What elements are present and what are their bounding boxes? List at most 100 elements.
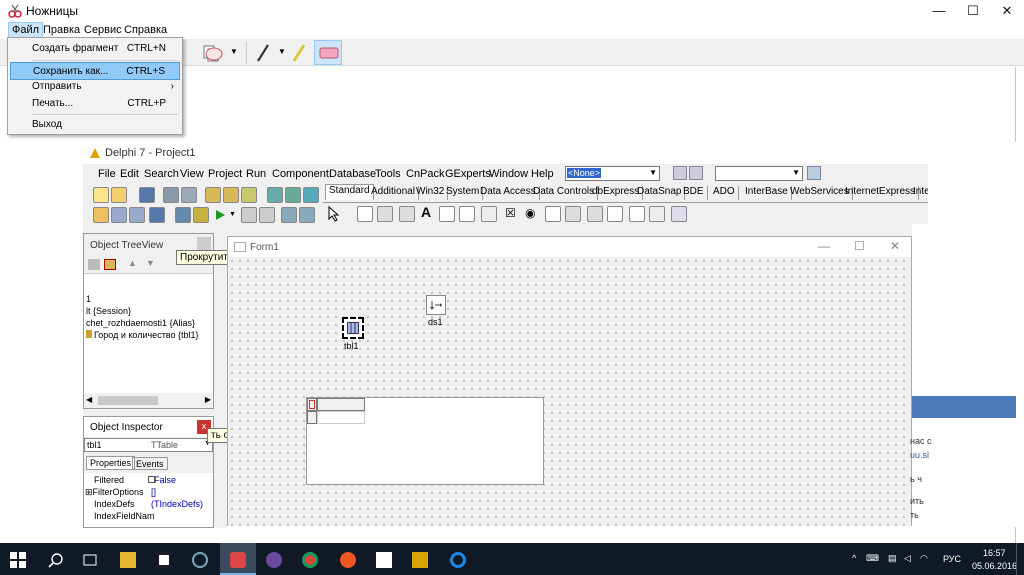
tree-node[interactable]: chet_rozhdaemosti1 {Alias}	[86, 318, 195, 328]
delphi-menu-tools[interactable]: Tools	[375, 168, 401, 180]
delphi-menu-window[interactable]: Window	[489, 168, 528, 180]
scroll-right-icon[interactable]: ▶	[205, 395, 211, 404]
menu-file[interactable]: Файл	[8, 22, 44, 38]
menu-item-print[interactable]: Печать... CTRL+P	[10, 95, 180, 113]
table-component-tbl1[interactable]	[342, 317, 364, 339]
scrollbar-icon[interactable]	[587, 206, 603, 222]
radiogroup-icon[interactable]	[629, 206, 645, 222]
send-icon[interactable]	[202, 44, 226, 62]
start-icon[interactable]	[10, 552, 26, 568]
delphi-menu-run[interactable]: Run	[246, 168, 266, 180]
remove-file-icon[interactable]	[223, 187, 239, 203]
dropdown-arrow-icon[interactable]: ▼	[230, 47, 238, 56]
tab-bde[interactable]: BDE	[680, 186, 708, 200]
datasource-component-ds1[interactable]	[426, 295, 446, 315]
task-view-icon[interactable]	[82, 552, 98, 568]
form1-design-grid[interactable]: tbl1 ds1	[228, 257, 911, 526]
snipping-task-button[interactable]	[220, 543, 256, 575]
listbox-icon[interactable]	[545, 206, 561, 222]
maximize-button[interactable]: ☐	[956, 0, 990, 22]
delphi-menu-help[interactable]: Help	[531, 168, 554, 180]
menu-item-new-snip[interactable]: Создать фрагмент CTRL+N	[10, 40, 180, 58]
form-minimize-button[interactable]: —	[818, 239, 830, 253]
menu-item-exit[interactable]: Выход	[10, 116, 180, 134]
save-all-icon[interactable]	[163, 187, 179, 203]
yandex-icon[interactable]	[340, 552, 356, 568]
network-icon[interactable]: ▤	[888, 553, 897, 564]
delphi-menu-file[interactable]: File	[98, 168, 116, 180]
store-icon[interactable]	[156, 552, 172, 568]
new-form-icon[interactable]	[149, 207, 165, 223]
delphi-task-icon[interactable]	[412, 552, 428, 568]
property-row[interactable]: Filtered False	[84, 475, 213, 487]
keyboard-icon[interactable]: ⌨	[866, 553, 879, 564]
tree-node[interactable]: lt {Session}	[86, 306, 131, 316]
clock-time[interactable]: 16:57	[983, 548, 1006, 558]
save-desktop-icon[interactable]	[673, 166, 687, 180]
cube-icon[interactable]	[303, 187, 319, 203]
highlighter-icon[interactable]	[290, 42, 308, 64]
debug-desktop-icon[interactable]	[807, 166, 821, 180]
edge-icon[interactable]	[450, 552, 466, 568]
treeview-hscrollbar[interactable]: ◀ ▶	[84, 393, 213, 408]
edit-component-icon[interactable]	[439, 206, 455, 222]
save-icon[interactable]	[139, 187, 155, 203]
volume-icon[interactable]: ◁	[904, 553, 911, 564]
debug-layout-combo[interactable]: ▼	[715, 166, 803, 181]
menu-item-send[interactable]: Отправить ›	[10, 78, 180, 96]
file-explorer-icon[interactable]	[120, 552, 136, 568]
scroll-left-icon[interactable]: ◀	[86, 395, 92, 404]
delphi-menu-edit[interactable]: Edit	[120, 168, 139, 180]
pointer-icon[interactable]	[327, 206, 341, 222]
toggle-form-icon[interactable]	[129, 207, 145, 223]
tab-internetexpress[interactable]: InternetExpress	[842, 186, 920, 200]
panel-icon[interactable]	[649, 206, 665, 222]
open-project-icon[interactable]	[181, 187, 197, 203]
book-icon[interactable]	[285, 187, 301, 203]
mainmenu-icon[interactable]	[357, 206, 373, 222]
run-icon[interactable]	[213, 208, 227, 222]
tab-additional[interactable]: Additional	[368, 186, 419, 200]
language-indicator[interactable]: РУС	[943, 554, 961, 564]
property-row[interactable]: ⊞FilterOptions []	[84, 487, 213, 499]
open-icon[interactable]	[111, 187, 127, 203]
tab-properties[interactable]: Properties	[86, 456, 136, 470]
scrollbar-thumb[interactable]	[98, 396, 158, 405]
dbgrid-component[interactable]	[306, 397, 544, 485]
delete-item-icon[interactable]	[104, 259, 116, 270]
tab-events[interactable]: Events	[132, 457, 168, 470]
menu-service[interactable]: Сервис	[84, 24, 122, 36]
close-button[interactable]: ✕	[990, 0, 1024, 22]
delphi-menu-component[interactable]: Component	[272, 168, 329, 180]
delphi-menu-project[interactable]: Project	[208, 168, 242, 180]
treeview-close-button[interactable]	[197, 237, 211, 251]
tab-data-controls[interactable]: Data Controls	[530, 186, 599, 200]
build-icon[interactable]	[193, 207, 209, 223]
property-row[interactable]: IndexDefs (TIndexDefs)	[84, 499, 213, 511]
actionlist-icon[interactable]	[671, 206, 687, 222]
delphi-menu-gexperts[interactable]: GExperts	[445, 168, 491, 180]
move-down-icon[interactable]: ▼	[146, 258, 155, 268]
wifi-icon[interactable]: ◠	[920, 553, 928, 564]
app-icon[interactable]	[192, 552, 208, 568]
delphi-menu-view[interactable]: View	[180, 168, 204, 180]
popupmenu-icon[interactable]	[377, 206, 393, 222]
tree-node[interactable]: Город и количество {tbl1}	[94, 330, 199, 340]
add-file-icon[interactable]	[205, 187, 221, 203]
tray-expand-icon[interactable]: ^	[852, 553, 856, 563]
trace-into-icon[interactable]	[281, 207, 297, 223]
form-close-button[interactable]: ✕	[890, 239, 900, 253]
help-book-icon[interactable]	[267, 187, 283, 203]
pause-icon[interactable]	[241, 207, 257, 223]
tab-interbase[interactable]: InterBase	[742, 186, 792, 200]
checkbox-icon[interactable]: ☒	[505, 206, 516, 220]
tab-datasnap[interactable]: DataSnap	[634, 186, 686, 200]
check-icon[interactable]	[241, 187, 257, 203]
new-icon[interactable]	[93, 187, 109, 203]
inspector-object-selector[interactable]: tbl1 TTable ▼	[84, 438, 213, 452]
delphi-menu-database[interactable]: Database	[329, 168, 376, 180]
step-over-icon[interactable]	[299, 207, 315, 223]
chrome-icon[interactable]	[302, 552, 318, 568]
menu-help[interactable]: Справка	[124, 24, 167, 36]
set-debug-desktop-icon[interactable]	[689, 166, 703, 180]
